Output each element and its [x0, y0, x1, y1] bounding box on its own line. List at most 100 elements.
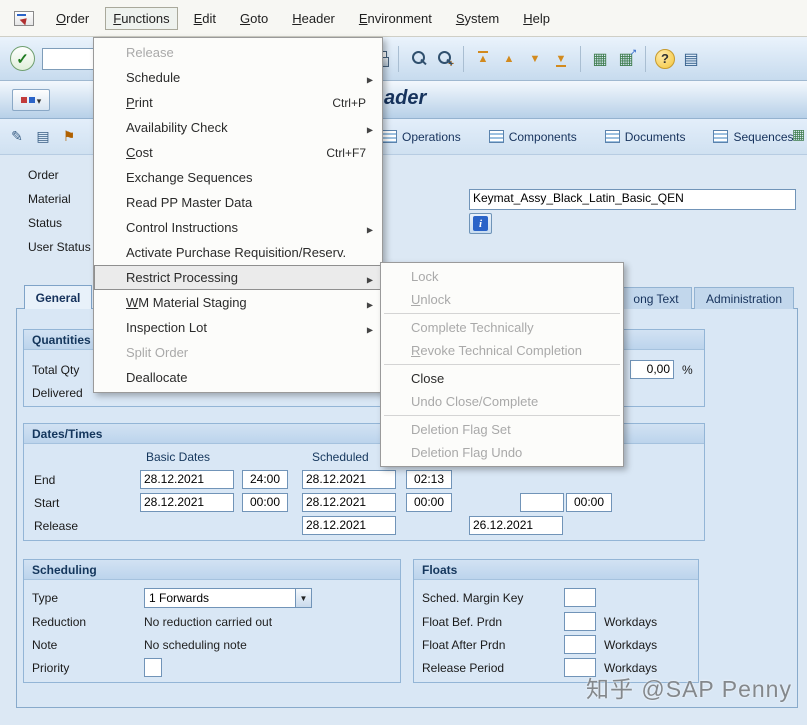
- table-settings-icon[interactable]: [588, 47, 612, 71]
- find-icon[interactable]: [406, 47, 430, 71]
- end-row-label: End: [34, 473, 56, 487]
- documents-button[interactable]: Documents: [599, 127, 692, 147]
- operations-icon: [382, 130, 397, 143]
- start-row-label: Start: [34, 496, 60, 510]
- document-icon[interactable]: [32, 126, 54, 148]
- submenu-item-undo-close-complete[interactable]: Undo Close/Complete: [381, 390, 623, 413]
- float-after-field[interactable]: [564, 635, 596, 654]
- scheduling-type-combobox[interactable]: 1 Forwards: [144, 588, 312, 608]
- menu-item-wm-material-staging[interactable]: WM Material Staging: [94, 290, 382, 315]
- end-basic-time-field[interactable]: 24:00: [242, 470, 288, 489]
- find-next-icon[interactable]: [432, 47, 456, 71]
- menu-header[interactable]: Header: [284, 7, 343, 30]
- end-scheduled-time-field[interactable]: 02:13: [406, 470, 452, 489]
- menu-functions[interactable]: Functions: [105, 6, 178, 30]
- sched-margin-key-field[interactable]: [564, 588, 596, 607]
- combobox-dropdown-icon[interactable]: [295, 588, 312, 608]
- tab-general[interactable]: General: [24, 285, 92, 309]
- end-scheduled-date-field[interactable]: 28.12.2021: [302, 470, 396, 489]
- table-export-icon[interactable]: [614, 47, 638, 71]
- start-confirmed-date-field[interactable]: [520, 493, 564, 512]
- menu-goto[interactable]: Goto: [232, 7, 276, 30]
- start-confirmed-time-field[interactable]: 00:00: [566, 493, 612, 512]
- help-icon[interactable]: [655, 48, 675, 69]
- delivered-label: Delivered: [32, 386, 83, 400]
- priority-field[interactable]: [144, 658, 162, 677]
- tab-administration[interactable]: Administration: [694, 287, 794, 309]
- start-basic-time-field[interactable]: 00:00: [242, 493, 288, 512]
- menu-item-deallocate[interactable]: Deallocate: [94, 365, 382, 390]
- workdays-label: Workdays: [604, 638, 658, 652]
- menu-item-restrict-processing[interactable]: Restrict Processing: [94, 265, 382, 290]
- status-label: Status: [28, 216, 63, 230]
- enter-check-icon[interactable]: [10, 46, 35, 71]
- release-confirmed-date-field[interactable]: 26.12.2021: [469, 516, 563, 535]
- menu-item-activate-purchase-requisition[interactable]: Activate Purchase Requisition/Reserv.: [94, 240, 382, 265]
- first-page-icon[interactable]: [471, 47, 495, 71]
- end-basic-date-field[interactable]: 28.12.2021: [140, 470, 234, 489]
- menu-help[interactable]: Help: [515, 7, 558, 30]
- info-icon[interactable]: [469, 213, 492, 234]
- layout-icon[interactable]: [679, 47, 703, 71]
- system-menu-icon[interactable]: [14, 10, 34, 26]
- clipped-toolbar-icon[interactable]: [792, 126, 807, 148]
- gui-layout-menu-icon[interactable]: [12, 89, 50, 111]
- submenu-arrow-icon: [367, 70, 373, 85]
- documents-label: Documents: [624, 129, 686, 144]
- toolbar-separator: [463, 45, 464, 72]
- components-button[interactable]: Components: [483, 127, 583, 147]
- reduction-value: No reduction carried out: [144, 615, 273, 629]
- note-value: No scheduling note: [144, 638, 247, 652]
- sequences-button[interactable]: Sequences: [707, 127, 799, 147]
- next-page-icon[interactable]: [523, 47, 547, 71]
- start-scheduled-time-field[interactable]: 00:00: [406, 493, 452, 512]
- previous-page-icon[interactable]: [497, 47, 521, 71]
- flag-icon[interactable]: [58, 126, 80, 148]
- release-scheduled-date-field[interactable]: 28.12.2021: [302, 516, 396, 535]
- shortcut-text: Ctrl+F7: [326, 145, 366, 160]
- menu-item-availability-check[interactable]: Availability Check: [94, 115, 382, 140]
- menu-edit[interactable]: Edit: [186, 7, 224, 30]
- menu-item-print[interactable]: Print Ctrl+P: [94, 90, 382, 115]
- menu-item-split-order[interactable]: Split Order: [94, 340, 382, 365]
- submenu-item-close[interactable]: Close: [381, 367, 623, 390]
- menu-separator: [384, 364, 620, 365]
- menu-item-schedule[interactable]: Schedule: [94, 65, 382, 90]
- last-page-icon[interactable]: [549, 47, 573, 71]
- operations-button[interactable]: Operations: [376, 127, 467, 147]
- scheduling-title: Scheduling: [24, 560, 400, 580]
- quantities-percent-field[interactable]: 0,00: [630, 360, 674, 379]
- priority-label: Priority: [32, 661, 70, 675]
- submenu-item-unlock[interactable]: Unlock: [381, 288, 623, 311]
- menu-item-cost[interactable]: Cost Ctrl+F7: [94, 140, 382, 165]
- chevron-down-icon: [37, 91, 42, 109]
- submenu-item-deletion-flag-undo[interactable]: Deletion Flag Undo: [381, 441, 623, 464]
- menu-environment[interactable]: Environment: [351, 7, 440, 30]
- start-basic-date-field[interactable]: 28.12.2021: [140, 493, 234, 512]
- functions-menu: Release Schedule Print Ctrl+P Availabili…: [93, 37, 383, 393]
- menu-system[interactable]: System: [448, 7, 507, 30]
- components-label: Components: [508, 129, 577, 144]
- watermark-text: 知乎 @SAP Penny: [586, 676, 792, 702]
- pencil-icon[interactable]: [6, 126, 28, 148]
- start-scheduled-date-field[interactable]: 28.12.2021: [302, 493, 396, 512]
- menu-item-read-pp-master-data[interactable]: Read PP Master Data: [94, 190, 382, 215]
- menu-item-control-instructions[interactable]: Control Instructions: [94, 215, 382, 240]
- tab-long-text[interactable]: ong Text: [620, 287, 692, 309]
- float-before-field[interactable]: [564, 612, 596, 631]
- menu-item-exchange-sequences[interactable]: Exchange Sequences: [94, 165, 382, 190]
- submenu-item-complete-technically[interactable]: Complete Technically: [381, 316, 623, 339]
- workdays-label: Workdays: [604, 615, 658, 629]
- scheduling-group: Scheduling Type 1 Forwards Reduction No …: [23, 559, 401, 683]
- sequences-label: Sequences: [733, 129, 794, 144]
- material-description-field[interactable]: Keymat_Assy_Black_Latin_Basic_QEN: [469, 189, 796, 210]
- submenu-arrow-icon: [367, 295, 373, 310]
- menu-item-release[interactable]: Release: [94, 40, 382, 65]
- menu-order[interactable]: Order: [48, 7, 97, 30]
- menu-bar: Order Functions Edit Goto Header Environ…: [0, 0, 807, 37]
- submenu-item-deletion-flag-set[interactable]: Deletion Flag Set: [381, 418, 623, 441]
- submenu-item-lock[interactable]: Lock: [381, 265, 623, 288]
- menu-item-inspection-lot[interactable]: Inspection Lot: [94, 315, 382, 340]
- sequences-icon: [713, 130, 729, 143]
- submenu-item-revoke-technical-completion[interactable]: Revoke Technical Completion: [381, 339, 623, 362]
